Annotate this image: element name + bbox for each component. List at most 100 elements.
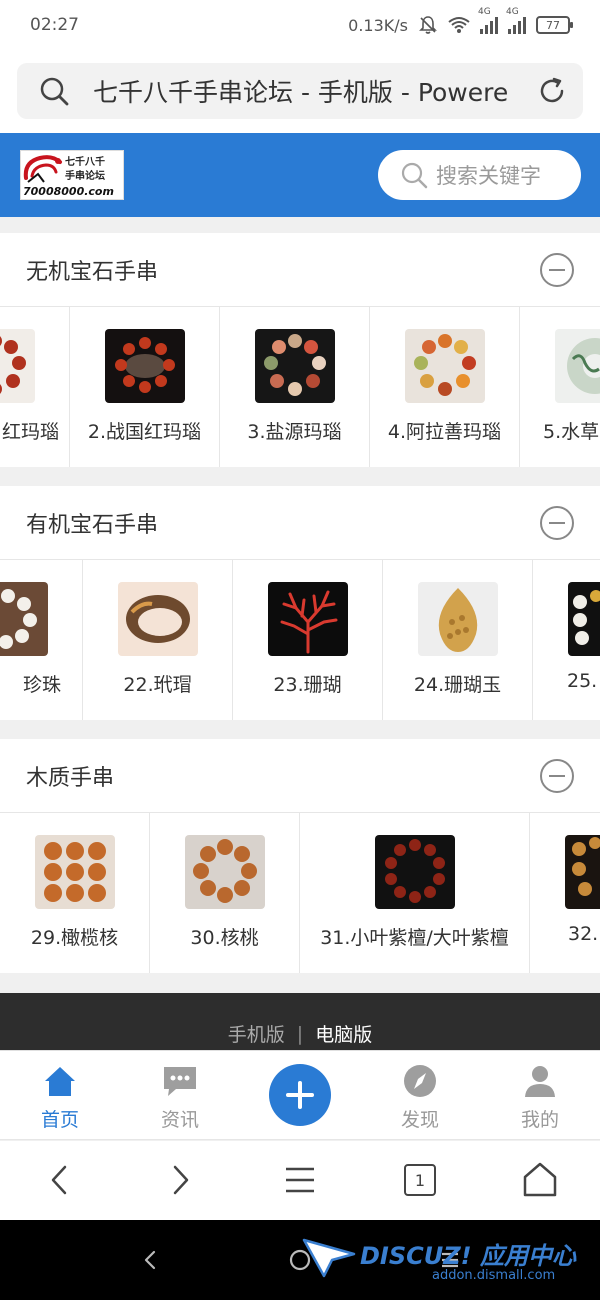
network-speed: 0.13K/s xyxy=(348,15,408,35)
section-title: 有机宝石手串 xyxy=(26,512,159,538)
back-icon[interactable] xyxy=(39,1159,81,1201)
category-item[interactable]: 32. xyxy=(530,813,600,973)
browser-nav-bar: 1 xyxy=(0,1141,600,1220)
refresh-icon[interactable] xyxy=(537,76,567,106)
category-label: 22.玳瑁 xyxy=(123,674,192,696)
category-carousel[interactable]: 29.橄榄核 30.核桃 31.小叶紫檀/大叶紫檀 32. xyxy=(0,813,600,973)
wifi-icon xyxy=(448,17,470,33)
category-item[interactable]: 3.盐源玛瑙 xyxy=(220,307,370,467)
logo-line-2: 手串论坛 xyxy=(65,171,105,182)
category-label: 珍珠 xyxy=(22,674,61,696)
tab-home[interactable]: 首页 xyxy=(0,1051,120,1141)
moss-agate-bracelet-image xyxy=(555,329,600,403)
battery-icon: 77 xyxy=(536,16,573,34)
dragon-logo-icon xyxy=(23,155,62,183)
plus-icon xyxy=(286,1081,314,1109)
category-label: 红玛瑙 xyxy=(1,421,59,443)
logo-domain: 70008000.com xyxy=(23,185,114,198)
pearl-bracelet-image xyxy=(0,582,48,656)
category-carousel[interactable]: 珍珠 22.玳瑁 23.珊瑚 24.珊瑚玉 25. xyxy=(0,560,600,720)
cursor-arrow-icon xyxy=(302,1238,356,1278)
category-item[interactable]: 29.橄榄核 xyxy=(0,813,150,973)
system-back-icon[interactable] xyxy=(138,1248,162,1272)
address-bar[interactable]: 七千八千手串论坛 - 手机版 - Powere xyxy=(17,63,583,119)
category-item[interactable]: 珍珠 xyxy=(0,560,83,720)
tab-count: 1 xyxy=(404,1164,436,1196)
home-page-icon[interactable] xyxy=(519,1159,561,1201)
collapse-icon[interactable] xyxy=(540,758,574,793)
category-label: 3.盐源玛瑙 xyxy=(247,421,342,443)
category-label: 29.橄榄核 xyxy=(30,927,119,949)
tab-news[interactable]: 资讯 xyxy=(120,1051,240,1141)
signal-bars-icon xyxy=(508,16,526,34)
category-label: 31.小叶紫檀/大叶紫檀 xyxy=(320,927,509,949)
section-header[interactable]: 无机宝石手串 xyxy=(0,233,600,307)
category-item[interactable]: 30.核桃 xyxy=(150,813,300,973)
signal-bars-icon xyxy=(480,16,498,34)
category-item[interactable]: 23.珊瑚 xyxy=(233,560,383,720)
tab-label: 发现 xyxy=(400,1109,439,1131)
status-time: 02:27 xyxy=(30,15,79,35)
net-badge-2: 4G xyxy=(506,7,519,17)
category-item[interactable]: 25. xyxy=(533,560,600,720)
discuz-watermark: DISCUZ! 应用中心 addon.dismall.com xyxy=(300,1232,590,1292)
red-coral-branch-image xyxy=(268,582,348,656)
category-item[interactable]: 4.阿拉善玛瑙 xyxy=(370,307,520,467)
mute-bell-icon xyxy=(419,16,437,34)
site-search-input[interactable]: 搜索关键字 xyxy=(378,150,581,200)
category-item[interactable]: 24.珊瑚玉 xyxy=(383,560,533,720)
tab-label: 首页 xyxy=(40,1109,79,1131)
section-title: 木质手串 xyxy=(26,765,115,791)
site-header: 七千八千 手串论坛 70008000.com 搜索关键字 xyxy=(0,133,600,217)
red-agate-bracelet-image xyxy=(0,329,35,403)
forward-icon[interactable] xyxy=(159,1159,201,1201)
tab-profile[interactable]: 我的 xyxy=(480,1051,600,1141)
category-label: 25. xyxy=(567,670,598,692)
pearl-strand-image xyxy=(568,582,600,656)
section-header[interactable]: 木质手串 xyxy=(0,739,600,813)
category-item[interactable]: 2.战国红玛瑙 xyxy=(70,307,220,467)
category-label: 23.珊瑚 xyxy=(273,674,342,696)
tabs-button[interactable]: 1 xyxy=(399,1159,441,1201)
section-header[interactable]: 有机宝石手串 xyxy=(0,486,600,560)
collapse-icon[interactable] xyxy=(540,505,574,540)
collapse-icon[interactable] xyxy=(540,252,574,287)
site-footer: 手机版 | 电脑版 xyxy=(0,993,600,1050)
browser-toolbar: 七千八千手串论坛 - 手机版 - Powere xyxy=(0,50,600,133)
new-post-button[interactable] xyxy=(269,1064,331,1126)
search-icon xyxy=(40,77,69,106)
category-carousel[interactable]: 红玛瑙 2.战国红玛瑙 3.盐源玛瑙 4.阿拉善玛瑙 5.水草 xyxy=(0,307,600,467)
search-placeholder: 搜索关键字 xyxy=(436,164,541,188)
menu-icon[interactable] xyxy=(279,1159,321,1201)
category-label: 2.战国红玛瑙 xyxy=(87,421,202,443)
footer-desktop-link[interactable]: 电脑版 xyxy=(315,1020,372,1047)
walnut-bracelet-image xyxy=(185,835,265,909)
category-section-inorganic: 无机宝石手串 红玛瑙 2.战国红玛瑙 3.盐源玛瑙 4.阿拉善玛瑙 5.水草 xyxy=(0,233,600,467)
signal-1: 4G xyxy=(478,7,498,34)
footer-mobile-link[interactable]: 手机版 xyxy=(228,1020,285,1047)
battery-level: 77 xyxy=(546,18,560,32)
category-label: 4.阿拉善玛瑙 xyxy=(387,421,502,443)
footer-separator: | xyxy=(296,1022,304,1045)
yanyuan-agate-bracelet-image xyxy=(255,329,335,403)
site-logo[interactable]: 七千八千 手串论坛 70008000.com xyxy=(20,150,124,200)
watermark-text: DISCUZ! 应用中心 xyxy=(360,1242,576,1270)
watermark-url: addon.dismall.com xyxy=(432,1268,556,1283)
tab-discover[interactable]: 发现 xyxy=(360,1051,480,1141)
alxa-agate-bracelet-image xyxy=(405,329,485,403)
red-sandalwood-bracelet-image xyxy=(375,835,455,909)
tab-label: 我的 xyxy=(520,1109,559,1131)
category-item[interactable]: 红玛瑙 xyxy=(0,307,70,467)
status-bar: 02:27 0.13K/s 4G 4G 77 xyxy=(0,0,600,50)
status-indicators: 0.13K/s 4G 4G 77 xyxy=(348,7,573,35)
category-item[interactable]: 22.玳瑁 xyxy=(83,560,233,720)
category-item[interactable]: 31.小叶紫檀/大叶紫檀 xyxy=(300,813,530,973)
page-title-in-address-bar[interactable]: 七千八千手串论坛 - 手机版 - Powere xyxy=(93,73,537,109)
search-icon xyxy=(401,162,428,189)
bottom-tab-bar: 首页 资讯 发现 我的 xyxy=(0,1050,600,1140)
category-label: 5.水草 xyxy=(543,421,600,443)
signal-2: 4G xyxy=(506,7,526,34)
category-item[interactable]: 5.水草 xyxy=(520,307,600,467)
category-label: 24.珊瑚玉 xyxy=(413,674,502,696)
system-nav-bar: DISCUZ! 应用中心 addon.dismall.com xyxy=(0,1220,600,1300)
